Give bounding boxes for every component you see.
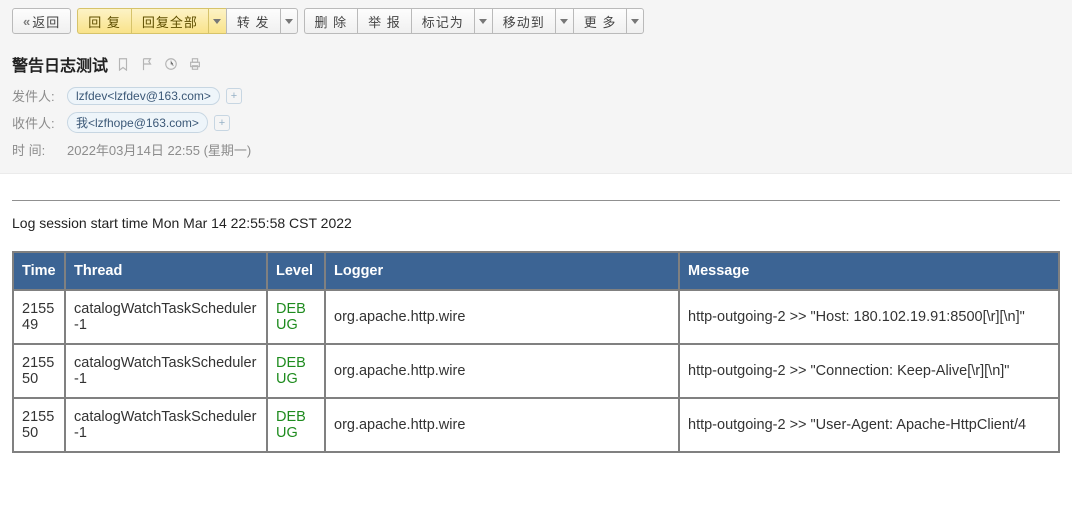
from-label: 发件人:: [12, 86, 67, 105]
add-recipient-icon[interactable]: +: [214, 115, 230, 131]
log-table-body: 215549catalogWatchTaskScheduler-1DEBUGor…: [13, 290, 1059, 452]
cell-logger: org.apache.http.wire: [325, 344, 679, 398]
cell-thread: catalogWatchTaskScheduler-1: [65, 344, 267, 398]
clock-icon[interactable]: [164, 57, 178, 71]
to-row: 收件人: 我<lzfhope@163.com> +: [12, 112, 1060, 133]
more-button[interactable]: 更 多: [573, 8, 627, 34]
reply-all-button[interactable]: 回复全部: [131, 8, 208, 34]
back-label: 返回: [32, 12, 60, 31]
th-message: Message: [679, 252, 1059, 290]
reply-button[interactable]: 回 复: [77, 8, 131, 34]
print-icon[interactable]: [188, 57, 202, 71]
th-logger: Logger: [325, 252, 679, 290]
back-button[interactable]: « 返回: [12, 8, 71, 34]
forward-dropdown[interactable]: [280, 8, 298, 34]
to-label: 收件人:: [12, 113, 67, 132]
cell-time: 215550: [13, 344, 65, 398]
cell-logger: org.apache.http.wire: [325, 398, 679, 452]
table-row: 215549catalogWatchTaskScheduler-1DEBUGor…: [13, 290, 1059, 344]
table-row: 215550catalogWatchTaskScheduler-1DEBUGor…: [13, 344, 1059, 398]
from-row: 发件人: lzfdev<lzfdev@163.com> +: [12, 86, 1060, 105]
mail-header: « 返回 回 复 回复全部 转 发 删 除 举 报 标记为 移动到 更 多 警告…: [0, 0, 1072, 174]
cell-time: 215549: [13, 290, 65, 344]
flag-icon[interactable]: [140, 57, 154, 71]
reply-all-dropdown[interactable]: [208, 8, 226, 34]
table-row: 215550catalogWatchTaskScheduler-1DEBUGor…: [13, 398, 1059, 452]
report-spam-button[interactable]: 举 报: [357, 8, 411, 34]
add-sender-icon[interactable]: +: [226, 88, 242, 104]
cell-message: http-outgoing-2 >> "Connection: Keep-Ali…: [679, 344, 1059, 398]
more-dropdown[interactable]: [626, 8, 644, 34]
back-chevrons-icon: «: [23, 14, 28, 29]
time-label: 时 间:: [12, 140, 67, 159]
move-to-dropdown[interactable]: [555, 8, 573, 34]
log-table: Time Thread Level Logger Message 215549c…: [12, 251, 1060, 453]
mark-as-button[interactable]: 标记为: [411, 8, 474, 34]
delete-button[interactable]: 删 除: [304, 8, 358, 34]
forward-button[interactable]: 转 发: [226, 8, 280, 34]
to-chip[interactable]: 我<lzfhope@163.com>: [67, 112, 208, 133]
th-level: Level: [267, 252, 325, 290]
mark-as-dropdown[interactable]: [474, 8, 492, 34]
subject-row: 警告日志测试: [12, 52, 1060, 76]
cell-level: DEBUG: [267, 344, 325, 398]
mail-subject: 警告日志测试: [12, 52, 108, 76]
reply-group: 回 复 回复全部 转 发: [77, 8, 297, 34]
cell-thread: catalogWatchTaskScheduler-1: [65, 398, 267, 452]
toolbar: « 返回 回 复 回复全部 转 发 删 除 举 报 标记为 移动到 更 多: [12, 8, 1060, 34]
cell-time: 215550: [13, 398, 65, 452]
mail-body: Log session start time Mon Mar 14 22:55:…: [0, 200, 1072, 453]
cell-level: DEBUG: [267, 398, 325, 452]
time-row: 时 间: 2022年03月14日 22:55 (星期一): [12, 140, 1060, 159]
th-time: Time: [13, 252, 65, 290]
bookmark-icon[interactable]: [116, 57, 130, 71]
move-to-button[interactable]: 移动到: [492, 8, 555, 34]
actions-group: 删 除 举 报 标记为 移动到 更 多: [304, 8, 645, 34]
cell-message: http-outgoing-2 >> "User-Agent: Apache-H…: [679, 398, 1059, 452]
mail-meta: 发件人: lzfdev<lzfdev@163.com> + 收件人: 我<lzf…: [12, 86, 1060, 159]
log-table-header: Time Thread Level Logger Message: [13, 252, 1059, 290]
th-thread: Thread: [65, 252, 267, 290]
cell-thread: catalogWatchTaskScheduler-1: [65, 290, 267, 344]
cell-level: DEBUG: [267, 290, 325, 344]
cell-logger: org.apache.http.wire: [325, 290, 679, 344]
time-value: 2022年03月14日 22:55 (星期一): [67, 140, 251, 159]
subject-icons: [116, 57, 202, 71]
from-chip[interactable]: lzfdev<lzfdev@163.com>: [67, 87, 220, 105]
cell-message: http-outgoing-2 >> "Host: 180.102.19.91:…: [679, 290, 1059, 344]
log-intro: Log session start time Mon Mar 14 22:55:…: [12, 215, 1060, 231]
separator: [12, 200, 1060, 201]
